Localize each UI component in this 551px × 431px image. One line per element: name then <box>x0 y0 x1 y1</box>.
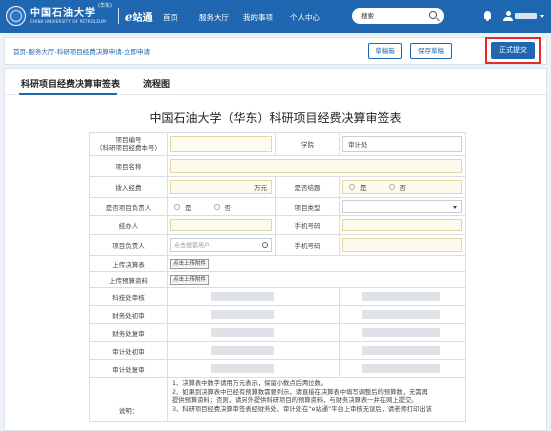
project-type-label: 项目类型 <box>275 197 340 216</box>
closed-radio-group: 是 否 <box>342 180 462 194</box>
logo-divider <box>117 8 119 24</box>
leader-phone-input[interactable] <box>342 238 462 252</box>
breadcrumb-toolbar: 首页-服务大厅-科研项目经费决算申请-立即申请 草稿箱 保存草稿 <box>4 37 547 65</box>
draft-box-button[interactable]: 草稿箱 <box>368 43 402 59</box>
tab-bar: 科研项目经费决算审签表 流程图 <box>5 69 546 95</box>
review-value <box>211 346 274 355</box>
nav-service-hall[interactable]: 服务大厅 <box>199 12 229 23</box>
leader-search-input[interactable]: 点击搜索用户 <box>170 238 272 252</box>
leader-placeholder: 点击搜索用户 <box>174 242 211 250</box>
review-comment <box>362 292 440 301</box>
review-comment <box>362 310 440 319</box>
handler-phone-input[interactable] <box>342 219 462 231</box>
active-tab-indicator <box>19 93 117 95</box>
submit-highlight: 正式提交 <box>485 37 541 64</box>
search-input[interactable]: 搜索 <box>352 8 444 24</box>
top-nav-bar: 中国石油大学 (华东) CHINA UNIVERSITY OF PETROLEU… <box>0 0 551 33</box>
logo-sub-text: CHINA UNIVERSITY OF PETROLEUM <box>30 18 106 24</box>
college-value: 审计处 <box>348 141 368 149</box>
save-draft-button[interactable]: 保存草稿 <box>410 43 452 59</box>
handler-phone-label: 手机号码 <box>275 215 340 235</box>
college-input[interactable]: 审计处 <box>342 136 462 152</box>
search-icon[interactable] <box>429 11 437 19</box>
search-icon[interactable] <box>262 242 268 248</box>
leader-label: 项目负责人 <box>89 234 168 256</box>
notes-text: 1、决算表中数字请用万元表示，保留小数点后两位数。 2、如果到决算表中已经有预算… <box>172 380 432 413</box>
nav-my-items[interactable]: 我的事项 <box>243 12 273 23</box>
is-leader-no-label: 否 <box>224 203 232 212</box>
nav-home[interactable]: 首页 <box>163 12 178 23</box>
leader-phone-label: 手机号码 <box>275 234 340 256</box>
review-comment <box>362 346 440 355</box>
upload-final-label: 上传决算表 <box>89 255 168 272</box>
is-leader-yes-radio[interactable] <box>174 203 180 210</box>
upload-budget-button[interactable]: 点击上传附件 <box>170 275 210 285</box>
submit-button[interactable]: 正式提交 <box>491 42 535 59</box>
estation-brand: e站通 <box>124 9 153 24</box>
main-panel: 科研项目经费决算审签表 流程图 中国石油大学（华东）科研项目经费决算审签表 项目… <box>4 68 547 431</box>
is-leader-yes-label: 是 <box>185 203 192 212</box>
review-label: 财务处初审 <box>89 305 168 324</box>
review-value <box>211 292 274 301</box>
review-value <box>211 310 274 319</box>
funding-label: 拨入经费 <box>89 176 168 198</box>
closed-yes-label: 是 <box>360 184 367 192</box>
university-seal-icon <box>6 6 26 26</box>
closed-yes-radio[interactable] <box>349 184 355 190</box>
review-comment <box>362 328 440 337</box>
bell-icon[interactable] <box>483 11 492 21</box>
review-label: 审计处初审 <box>89 341 168 360</box>
project-no-input[interactable] <box>170 136 272 152</box>
project-no-label: 项目编号 （科研项目经费本号） <box>89 132 168 156</box>
chevron-down-icon[interactable] <box>540 15 544 18</box>
is-leader-no-radio[interactable] <box>213 203 220 210</box>
project-type-select[interactable] <box>342 200 462 213</box>
tab-flowchart[interactable]: 流程图 <box>143 77 170 90</box>
closed-label: 是否结题 <box>275 176 340 198</box>
approval-form-table: 项目编号 （科研项目经费本号） 学院 审计处 项目名称 拨入经费 万元 是否结题 … <box>89 132 466 422</box>
user-name-redacted[interactable] <box>515 13 537 19</box>
review-label: 科技处审核 <box>89 287 168 306</box>
user-icon[interactable] <box>503 11 513 21</box>
upload-budget-label: 上传预算资料 <box>89 271 168 288</box>
review-value <box>211 364 274 373</box>
is-leader-label: 是否项目负责人 <box>89 197 168 216</box>
closed-no-label: 否 <box>399 184 407 192</box>
logo-main-text: 中国石油大学 <box>30 7 96 19</box>
nav-personal-center[interactable]: 个人中心 <box>290 12 320 23</box>
university-logo[interactable]: 中国石油大学 (华东) CHINA UNIVERSITY OF PETROLEU… <box>6 3 153 26</box>
review-label: 审计处复审 <box>89 359 168 378</box>
logo-tag: (华东) <box>98 2 112 9</box>
form-title: 中国石油大学（华东）科研项目经费决算审签表 <box>149 111 402 125</box>
review-value <box>211 328 274 337</box>
review-comment <box>362 364 440 373</box>
tab-approval-form[interactable]: 科研项目经费决算审签表 <box>21 77 120 90</box>
handler-input[interactable] <box>170 219 272 231</box>
project-name-input[interactable] <box>170 159 462 173</box>
college-label: 学院 <box>275 132 340 156</box>
review-label: 财务处复审 <box>89 323 168 342</box>
handler-label: 经办人 <box>89 215 168 235</box>
notes-label: 说明： <box>89 377 168 422</box>
breadcrumb[interactable]: 首页-服务大厅-科研项目经费决算申请-立即申请 <box>13 46 150 56</box>
funding-input[interactable]: 万元 <box>170 180 272 194</box>
chevron-down-icon <box>453 205 457 209</box>
closed-no-radio[interactable] <box>388 184 395 190</box>
project-name-label: 项目名称 <box>89 155 168 177</box>
upload-final-button[interactable]: 点击上传附件 <box>170 259 210 269</box>
funding-unit: 万元 <box>254 184 267 192</box>
search-placeholder: 搜索 <box>361 12 374 20</box>
